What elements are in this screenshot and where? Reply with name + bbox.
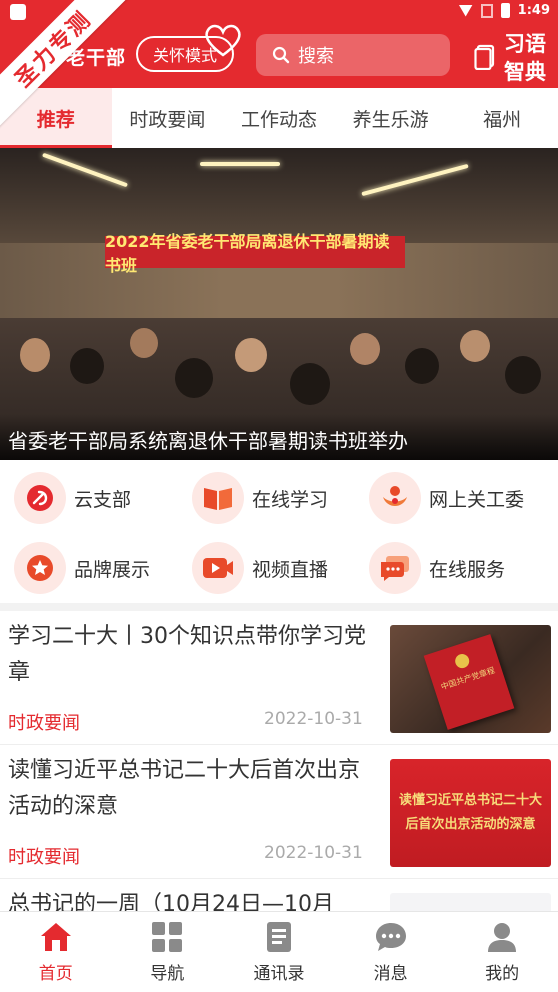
nav-messages[interactable]: 消息 <box>335 912 447 992</box>
service-label: 在线学习 <box>252 488 329 511</box>
news-thumbnail: 读懂习近平总书记二十大后首次出京活动的深意 <box>390 759 551 867</box>
battery-icon <box>500 3 510 18</box>
status-time: 1:49 <box>517 3 550 18</box>
video-play-icon <box>203 558 233 578</box>
banner-carousel[interactable]: 2022年省委老干部局离退休干部暑期读书班 省委老干部局系统离退休干部暑期读书班… <box>0 148 558 460</box>
care-people-icon <box>383 486 407 506</box>
party-constitution-book: 中国共产党章程 <box>423 634 515 730</box>
news-item[interactable]: 学习二十大丨30个知识点带你学习党章 时政要闻 2022-10-31 中国共产党… <box>0 611 558 745</box>
tab-work-news[interactable]: 工作动态 <box>223 88 335 148</box>
search-input[interactable]: 搜索 <box>256 34 450 76</box>
service-label: 在线服务 <box>429 558 506 581</box>
heart-icon <box>205 24 241 57</box>
message-icon <box>375 922 406 951</box>
contacts-book-icon <box>266 921 291 952</box>
news-category: 时政要闻 <box>8 847 80 868</box>
service-label: 品牌展示 <box>74 558 151 581</box>
chat-bubbles-icon <box>381 556 409 581</box>
service-online-learning[interactable]: 在线学习 <box>178 468 358 528</box>
bottom-navigation: 首页 导航 通讯录 消息 我的 <box>0 911 558 992</box>
dictionary-book-icon <box>474 44 495 70</box>
service-label: 视频直播 <box>252 558 329 581</box>
nav-home[interactable]: 首页 <box>0 912 112 992</box>
wifi-icon <box>458 4 473 17</box>
service-label: 网上关工委 <box>429 488 525 511</box>
service-grid: 云支部 在线学习 网上关工委 品牌展示 视频直播 在线服务 <box>0 462 558 602</box>
category-tabs: 推荐 时政要闻 工作动态 养生乐游 福州 <box>0 88 558 148</box>
nav-guide[interactable]: 导航 <box>112 912 224 992</box>
home-icon <box>40 922 71 951</box>
grid-icon <box>152 921 183 952</box>
banner-caption: 省委老干部局系统离退休干部暑期读书班举办 <box>8 429 408 453</box>
xiyu-dictionary-button[interactable]: 习语 智典 <box>468 26 558 88</box>
nav-profile[interactable]: 我的 <box>446 912 558 992</box>
cellular-icon <box>480 3 493 18</box>
nav-label: 导航 <box>150 963 185 984</box>
party-emblem-icon <box>27 485 53 511</box>
star-badge-icon <box>27 555 53 581</box>
news-category: 时政要闻 <box>8 713 80 734</box>
nav-label: 首页 <box>38 963 73 984</box>
news-title: 学习二十大丨30个知识点带你学习党章 <box>8 624 366 685</box>
nav-label: 我的 <box>485 963 520 984</box>
book-title: 中国共产党章程 <box>439 665 496 692</box>
thumbnail-text: 读懂习近平总书记二十大后首次出京活动的深意 <box>398 793 542 832</box>
tab-health-travel[interactable]: 养生乐游 <box>335 88 447 148</box>
nav-contacts[interactable]: 通讯录 <box>223 912 335 992</box>
user-icon <box>488 922 517 952</box>
notification-icon <box>10 4 26 20</box>
nav-label: 消息 <box>373 963 408 984</box>
service-label: 云支部 <box>74 488 132 511</box>
service-online-service[interactable]: 在线服务 <box>355 538 535 598</box>
service-video-live[interactable]: 视频直播 <box>178 538 358 598</box>
tab-fuzhou[interactable]: 福州 <box>446 88 558 148</box>
tab-politics[interactable]: 时政要闻 <box>112 88 224 148</box>
service-brand-showcase[interactable]: 品牌展示 <box>0 538 180 598</box>
service-cloud-branch[interactable]: 云支部 <box>0 468 180 528</box>
open-book-icon <box>204 488 232 510</box>
divider <box>0 603 558 611</box>
status-indicators: 1:49 <box>458 3 550 18</box>
news-title: 读懂习近平总书记二十大后首次出京活动的深意 <box>8 758 361 819</box>
news-date: 2022-10-31 <box>264 843 363 863</box>
news-date: 2022-10-31 <box>264 709 363 729</box>
news-item[interactable]: 读懂习近平总书记二十大后首次出京活动的深意 时政要闻 2022-10-31 读懂… <box>0 745 558 879</box>
dictionary-label-line1: 习语 <box>504 32 546 56</box>
search-icon <box>272 46 290 64</box>
dictionary-label-line2: 智典 <box>504 60 546 84</box>
nav-label: 通讯录 <box>253 963 305 984</box>
party-emblem-icon <box>453 652 472 670</box>
service-online-care-committee[interactable]: 网上关工委 <box>355 468 535 528</box>
banner-sign: 2022年省委老干部局离退休干部暑期读书班 <box>105 232 405 275</box>
news-thumbnail: 中国共产党章程 <box>390 625 551 733</box>
search-placeholder: 搜索 <box>298 46 334 67</box>
